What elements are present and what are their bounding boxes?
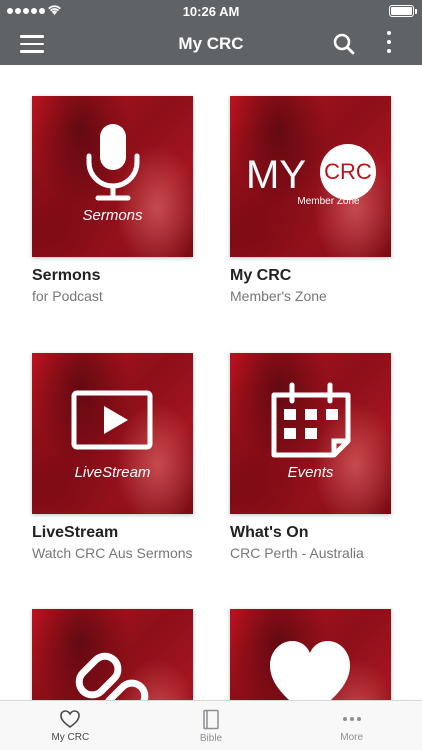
more-options-icon[interactable] xyxy=(384,31,394,57)
calendar-icon xyxy=(271,382,351,458)
tile-title: LiveStream xyxy=(32,524,119,541)
microphone-icon xyxy=(86,124,140,201)
tab-bible[interactable]: Bible xyxy=(141,701,282,750)
ellipsis-icon xyxy=(342,717,361,721)
tab-my-crc[interactable]: My CRC xyxy=(0,701,141,750)
tile-title: What's On xyxy=(230,524,309,541)
navigation-bar: My CRC xyxy=(0,22,422,65)
tab-more[interactable]: More xyxy=(281,701,422,750)
tile-image xyxy=(32,609,193,700)
tile-grid: Sermons Sermons for Podcast MY CRC Membe… xyxy=(0,65,422,700)
tile-my-crc[interactable]: MY CRC Member Zone My CRC Member's Zone xyxy=(230,96,391,304)
status-time: 10:26 AM xyxy=(182,4,240,19)
book-icon xyxy=(203,709,219,730)
tile-caption: LiveStream xyxy=(74,464,151,481)
status-bar: 10:26 AM xyxy=(0,0,422,22)
logo-text: MY xyxy=(246,153,306,197)
tile-livestream[interactable]: LiveStream LiveStream Watch CRC Aus Serm… xyxy=(32,353,193,561)
tile-title: My CRC xyxy=(230,267,292,284)
tile-image xyxy=(230,609,391,700)
video-play-icon xyxy=(71,390,153,450)
link-icon xyxy=(75,652,149,700)
tile-subtitle: Watch CRC Aus Sermons xyxy=(32,545,193,561)
tile-image: Sermons xyxy=(32,96,193,257)
my-crc-logo: MY CRC xyxy=(246,144,376,200)
tile-subtitle: Member's Zone xyxy=(230,288,327,304)
tile-giving[interactable] xyxy=(230,609,391,700)
tile-sermons[interactable]: Sermons Sermons for Podcast xyxy=(32,96,193,304)
tile-title: Sermons xyxy=(32,267,101,284)
tab-label: More xyxy=(340,732,364,743)
tile-image: Events xyxy=(230,353,391,514)
tile-caption: Member Zone xyxy=(297,196,360,207)
page-title: My CRC xyxy=(178,34,244,53)
logo-badge: CRC xyxy=(324,159,372,184)
tile-caption: Sermons xyxy=(82,207,143,224)
heart-icon xyxy=(270,641,350,700)
tile-image: LiveStream xyxy=(32,353,193,514)
search-icon[interactable] xyxy=(332,32,356,56)
tile-image: MY CRC Member Zone xyxy=(230,96,391,257)
tile-subtitle: CRC Perth - Australia xyxy=(230,545,364,561)
battery-icon xyxy=(389,5,417,17)
tab-label: Bible xyxy=(199,733,223,744)
tab-label: My CRC xyxy=(51,732,90,743)
tile-caption: Events xyxy=(287,464,334,481)
heart-outline-icon xyxy=(60,710,81,728)
tile-whats-on[interactable]: Events What's On CRC Perth - Australia xyxy=(230,353,391,561)
tile-subtitle: for Podcast xyxy=(32,288,103,304)
tile-links[interactable] xyxy=(32,609,193,700)
tab-bar: My CRC Bible More xyxy=(0,700,422,750)
